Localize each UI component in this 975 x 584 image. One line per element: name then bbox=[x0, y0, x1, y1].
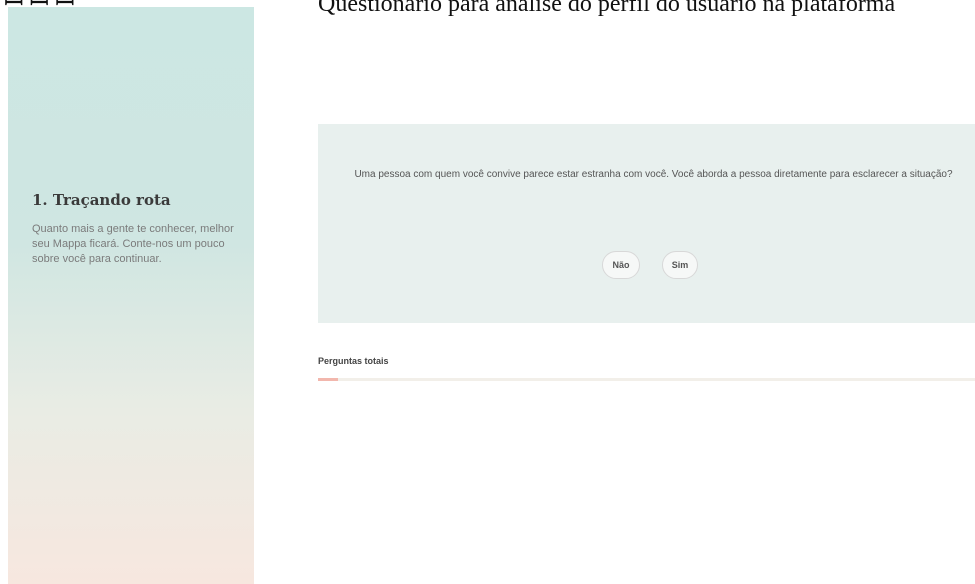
question-text: Uma pessoa com quem você convive parece … bbox=[354, 169, 953, 180]
sidebar: 1. Traçando rota Quanto mais a gente te … bbox=[8, 7, 254, 584]
progress-bar bbox=[318, 378, 975, 381]
progress-fill bbox=[318, 378, 338, 381]
question-card: Uma pessoa com quem você convive parece … bbox=[318, 124, 975, 323]
banner-title: Questionário para análise do perfil do u… bbox=[318, 0, 896, 17]
progress-label: Perguntas totais bbox=[318, 356, 389, 366]
answer-no-button[interactable]: Não bbox=[602, 251, 640, 279]
answer-yes-button[interactable]: Sim bbox=[662, 251, 698, 279]
section-description: Quanto mais a gente te conhecer, melhor … bbox=[32, 223, 234, 265]
section-title: 1. Traçando rota bbox=[32, 191, 171, 209]
